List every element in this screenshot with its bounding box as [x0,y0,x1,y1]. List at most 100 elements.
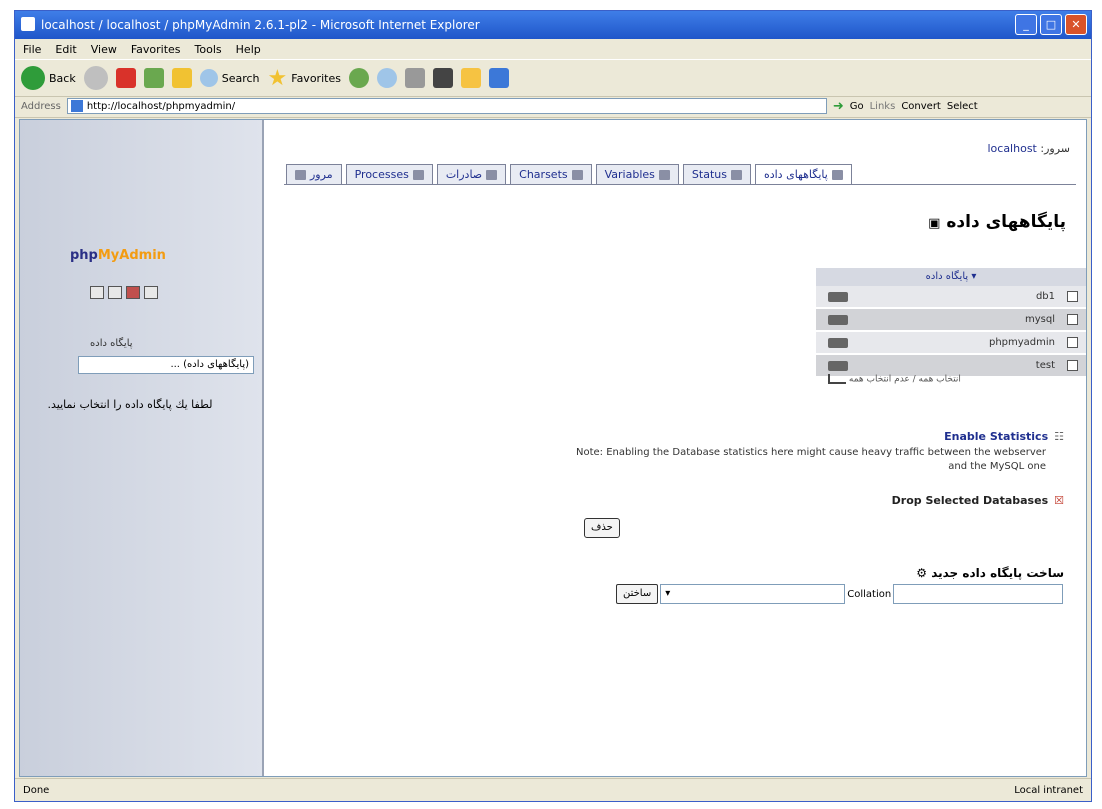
create-database-title: ساخت پایگاه داده جدید ⚙ [916,566,1064,580]
tab-variables[interactable]: Variables [595,164,679,185]
left-icon-bar [90,286,158,299]
drop-icon: ☒ [1054,494,1064,507]
edit-icon[interactable] [432,68,453,88]
server-link[interactable]: localhost [987,142,1036,155]
select-database-hint: لطفا یك پایگاه داده را انتخاب نمایید. [47,398,213,411]
address-input[interactable]: http://localhost/phpmyadmin/ [66,98,827,114]
charsets-icon [571,169,583,180]
ie-icon [21,17,35,31]
server-breadcrumb: سرور: localhost [987,142,1070,155]
table-header[interactable]: پایگاه داده ▾ [816,268,1086,286]
maximize-button[interactable]: □ [1040,14,1062,35]
table-row: mysql [816,309,1086,332]
tab-databases[interactable]: پایگاههای داده [754,164,852,185]
statistics-note: Note: Enabling the Database statistics h… [576,447,1047,472]
privileges-icon[interactable] [828,291,848,302]
menu-tools[interactable]: Tools [195,43,222,56]
statistics-icon: ☷ [1054,430,1064,443]
menu-edit[interactable]: Edit [55,43,76,56]
search-button[interactable]: Search [199,69,260,87]
menu-help[interactable]: Help [236,43,261,56]
tab-underline [284,184,1076,185]
query-window-icon[interactable] [108,286,122,299]
collation-label: Collation [847,588,892,600]
menu-bar: File Edit View Favorites Tools Help [15,39,1091,59]
browser-window: localhost / localhost / phpMyAdmin 2.6.1… [14,10,1092,802]
tab-status[interactable]: Status [682,164,751,185]
row-checkbox[interactable] [1067,291,1078,302]
forward-arrow-icon[interactable] [83,66,108,90]
history-icon[interactable] [348,68,369,88]
databases-table: پایگاه داده ▾ db1 mysql phpmyadmin test [816,268,1086,378]
messenger-icon[interactable] [488,68,509,88]
convert-button[interactable]: Convert [901,101,941,112]
privileges-icon[interactable] [828,337,848,348]
status-bar: Done Local intranet [15,778,1091,801]
table-row: phpmyadmin [816,332,1086,355]
favorites-button[interactable]: ★ Favorites [268,66,341,91]
database-label: پایگاه داده [90,338,133,349]
mail-icon[interactable] [376,68,397,88]
back-button[interactable]: Back [21,66,76,90]
database-icon: ▣ [928,216,941,231]
database-select[interactable]: (پایگاههای داده) ... [78,356,254,374]
row-checkbox[interactable] [1067,360,1078,371]
select-all-links[interactable]: انتخاب همه / عدم انتخاب همه [824,374,961,385]
links-button[interactable]: Links [870,101,896,112]
menu-file[interactable]: File [23,43,41,56]
menu-view[interactable]: View [91,43,117,56]
title-bar: localhost / localhost / phpMyAdmin 2.6.1… [15,11,1091,39]
close-button[interactable]: ✕ [1065,14,1087,35]
tab-browse[interactable]: مرور [286,164,342,185]
minimize-button[interactable]: _ [1015,14,1037,35]
folder-icon[interactable] [460,68,481,88]
processes-icon [412,169,424,180]
page-icon [70,100,83,112]
help-icon[interactable] [144,286,158,299]
variables-icon [658,169,670,180]
tab-export[interactable]: صادرات [436,164,507,185]
address-bar: Address http://localhost/phpmyadmin/ ➜ G… [15,95,1091,118]
left-frame: phpMyAdmin پایگاه داده (پایگاههای داده) … [20,120,264,776]
databases-icon [831,169,843,180]
docs-icon[interactable] [126,286,140,299]
stop-icon[interactable] [115,68,136,88]
privileges-icon[interactable] [828,314,848,325]
table-row: db1 [816,286,1086,309]
menu-favorites[interactable]: Favorites [131,43,181,56]
create-button[interactable]: ساختن [616,584,659,604]
create-database-form: ساختن ▾ Collation [616,584,1064,604]
browse-icon [295,169,306,180]
row-checkbox[interactable] [1067,337,1078,348]
new-database-icon: ⚙ [916,566,927,580]
status-icon [730,169,742,180]
select-arrow-icon [828,374,846,384]
toolbar: Back Search ★ Favorites [15,59,1091,97]
go-arrow-icon[interactable]: ➜ [833,99,844,114]
phpmyadmin-logo[interactable]: phpMyAdmin [70,248,166,263]
go-button[interactable]: Go [850,101,864,112]
refresh-icon[interactable] [143,68,164,88]
window-title: localhost / localhost / phpMyAdmin 2.6.1… [41,18,480,32]
export-icon [486,169,498,180]
enable-statistics[interactable]: Enable Statistics ☷ [944,430,1064,443]
status-done: Done [23,784,50,796]
collation-select[interactable]: ▾ [660,584,846,604]
status-zone: Local intranet [1014,784,1083,796]
print-icon[interactable] [404,68,425,88]
page-viewport: phpMyAdmin پایگاه داده (پایگاههای داده) … [19,119,1087,777]
tab-charsets[interactable]: Charsets [510,164,592,185]
privileges-icon[interactable] [828,360,848,371]
tab-bar: مرور Processes صادرات Charsets Variables… [286,164,852,185]
home-icon[interactable] [171,68,192,88]
new-database-name-input[interactable] [893,584,1064,604]
drop-button[interactable]: حذف [584,518,620,538]
drop-databases-label: Drop Selected Databases ☒ [891,494,1064,507]
star-icon: ★ [267,65,288,91]
page-title: پایگاههای داده ▣ [928,212,1066,232]
row-checkbox[interactable] [1067,314,1078,325]
back-arrow-icon [21,66,45,90]
select-button[interactable]: Select [947,101,978,112]
tab-processes[interactable]: Processes [345,164,433,185]
home-icon[interactable] [90,286,104,299]
